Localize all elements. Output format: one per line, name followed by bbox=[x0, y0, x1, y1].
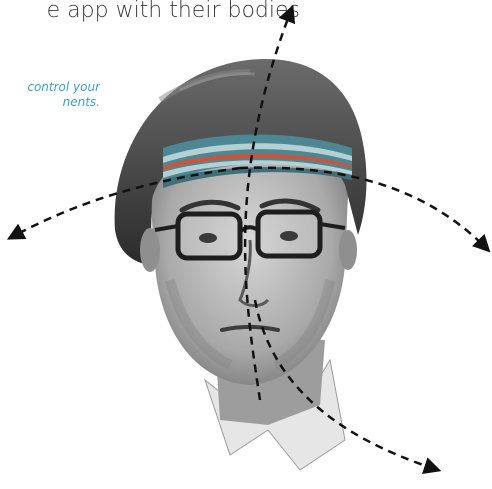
left-ear bbox=[140, 228, 160, 272]
right-ear bbox=[339, 230, 357, 270]
portrait-illustration bbox=[6, 4, 491, 475]
